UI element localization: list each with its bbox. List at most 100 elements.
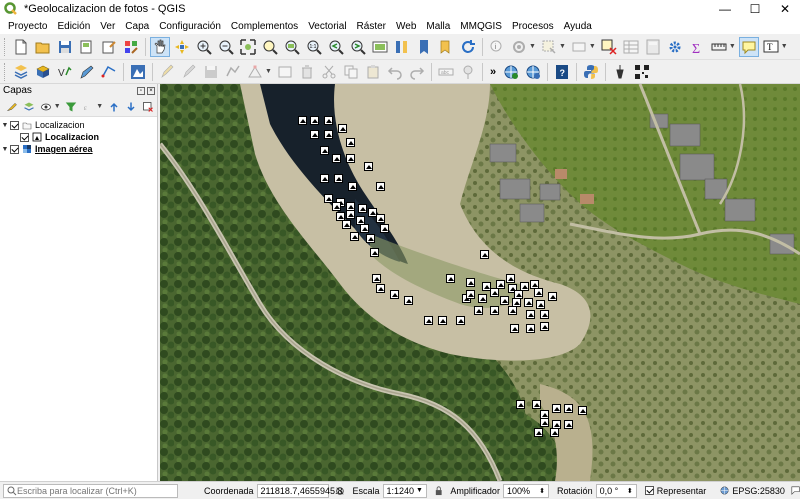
photo-point-marker[interactable] — [360, 224, 369, 233]
zoom-to-layer-icon[interactable] — [282, 37, 302, 57]
photo-point-marker[interactable] — [298, 116, 307, 125]
photo-point-marker[interactable] — [496, 280, 505, 289]
photo-point-marker[interactable] — [404, 296, 413, 305]
annotation-dropdown-icon[interactable]: ▼ — [781, 43, 788, 50]
photo-point-marker[interactable] — [320, 174, 329, 183]
menu-malla[interactable]: Malla — [421, 21, 455, 32]
filter-legend-icon[interactable] — [64, 99, 79, 115]
render-checkbox[interactable] — [644, 486, 654, 495]
photo-point-marker[interactable] — [346, 138, 355, 147]
remove-layer-icon[interactable] — [141, 99, 156, 115]
pan-map-icon[interactable] — [150, 36, 170, 57]
photo-point-marker[interactable] — [438, 316, 447, 325]
map-tips-icon[interactable] — [738, 36, 759, 57]
menu-procesos[interactable]: Procesos — [507, 21, 559, 32]
photo-point-marker[interactable] — [310, 130, 319, 139]
photo-point-marker[interactable] — [332, 154, 341, 163]
photo-point-marker[interactable] — [564, 404, 573, 413]
magnifier-field[interactable]: 100% ⬍ — [502, 483, 550, 498]
plugin-tool-icon[interactable] — [610, 62, 630, 82]
photo-point-marker[interactable] — [324, 130, 333, 139]
label-pin-icon[interactable] — [458, 62, 478, 82]
photo-point-marker[interactable] — [478, 294, 487, 303]
photo-point-marker[interactable] — [364, 162, 373, 171]
collapse-arrow-icon[interactable]: ▼ — [0, 146, 10, 153]
photo-point-marker[interactable] — [338, 124, 347, 133]
delete-selected-icon[interactable] — [297, 62, 317, 82]
photo-point-marker[interactable] — [534, 288, 543, 297]
zoom-in-icon[interactable] — [194, 37, 214, 57]
zoom-next-icon[interactable] — [348, 37, 368, 57]
menu-web[interactable]: Web — [391, 21, 421, 32]
photo-point-marker[interactable] — [552, 404, 561, 413]
select-value-dropdown-icon[interactable]: ▼ — [589, 43, 596, 50]
new-map-view-icon[interactable] — [370, 37, 390, 57]
crs-label[interactable]: EPSG:25830 — [732, 486, 785, 496]
maximize-button[interactable]: ☐ — [740, 0, 770, 18]
open-project-icon[interactable] — [33, 37, 53, 57]
photo-point-marker[interactable] — [346, 210, 355, 219]
zoom-full-icon[interactable] — [238, 37, 258, 57]
photo-point-marker[interactable] — [506, 274, 515, 283]
layer-visibility-checkbox[interactable] — [10, 120, 19, 130]
menu-ver[interactable]: Ver — [95, 21, 120, 32]
identify-features-icon[interactable]: i — [487, 37, 507, 57]
photo-point-marker[interactable] — [500, 296, 509, 305]
photo-point-marker[interactable] — [320, 146, 329, 155]
add-vector-layer-icon[interactable] — [33, 62, 53, 82]
statistical-summary-icon[interactable]: Σ — [687, 37, 707, 57]
filter-expression-icon[interactable]: ε — [81, 99, 96, 115]
vertex-dropdown-icon[interactable]: ▼ — [265, 68, 272, 75]
web-service-icon[interactable] — [501, 62, 521, 82]
photo-point-marker[interactable] — [358, 204, 367, 213]
menu-capa[interactable]: Capa — [120, 21, 154, 32]
menu-raster[interactable]: Ráster — [352, 21, 391, 32]
layer-visibility-checkbox[interactable] — [10, 144, 19, 154]
save-project-icon[interactable] — [55, 37, 75, 57]
refresh-icon[interactable] — [458, 37, 478, 57]
photo-point-marker[interactable] — [350, 232, 359, 241]
photo-point-marker[interactable] — [366, 234, 375, 243]
menu-configuracion[interactable]: Configuración — [154, 21, 226, 32]
photo-point-marker[interactable] — [334, 174, 343, 183]
layout-manager-icon[interactable] — [99, 37, 119, 57]
modify-attributes-icon[interactable] — [275, 62, 295, 82]
run-action-icon[interactable] — [509, 37, 529, 57]
layer-tree-item-points[interactable]: Localizacion — [0, 131, 157, 143]
attribute-table-icon[interactable] — [621, 37, 641, 57]
photo-point-marker[interactable] — [466, 278, 475, 287]
new-layer-icon[interactable] — [99, 62, 119, 82]
photo-point-marker[interactable] — [342, 220, 351, 229]
menu-ayuda[interactable]: Ayuda — [559, 21, 597, 32]
photo-point-marker[interactable] — [474, 306, 483, 315]
show-bookmarks-icon[interactable] — [436, 37, 456, 57]
collapse-arrow-icon[interactable]: ▼ — [0, 122, 10, 129]
qr-plugin-icon[interactable] — [632, 62, 652, 82]
photo-point-marker[interactable] — [548, 292, 557, 301]
coordinate-field[interactable]: 211818.7,4655945.8 — [256, 483, 342, 498]
new-project-icon[interactable] — [11, 37, 31, 57]
new-bookmark-icon[interactable] — [414, 37, 434, 57]
layer-visibility-checkbox[interactable] — [20, 132, 29, 142]
photo-point-marker[interactable] — [370, 248, 379, 257]
photo-point-marker[interactable] — [424, 316, 433, 325]
photo-point-marker[interactable] — [348, 182, 357, 191]
toolbar-overflow-icon[interactable]: » — [490, 66, 496, 78]
zoom-to-selection-icon[interactable] — [260, 37, 280, 57]
add-delimited-text-icon[interactable]: V — [55, 62, 75, 82]
photo-point-marker[interactable] — [332, 202, 341, 211]
layer-tree-item-group[interactable]: ▼ Localizacion — [0, 119, 157, 131]
magnifier-spin-icon[interactable]: ⬍ — [539, 487, 545, 495]
vertex-tool-icon[interactable] — [245, 62, 265, 82]
scale-field[interactable]: 1:1240 ▼ — [382, 483, 427, 498]
zoom-last-icon[interactable] — [326, 37, 346, 57]
photo-point-marker[interactable] — [372, 274, 381, 283]
photo-point-marker[interactable] — [390, 290, 399, 299]
photo-point-marker[interactable] — [346, 154, 355, 163]
close-button[interactable]: ✕ — [770, 0, 800, 18]
toolbar-grip[interactable] — [4, 62, 7, 81]
photo-point-marker[interactable] — [376, 214, 385, 223]
run-action-dropdown-icon[interactable]: ▼ — [529, 43, 536, 50]
menu-complementos[interactable]: Complementos — [226, 21, 303, 32]
layer-tree-item-raster[interactable]: ▼ Imagen aérea — [0, 143, 157, 155]
